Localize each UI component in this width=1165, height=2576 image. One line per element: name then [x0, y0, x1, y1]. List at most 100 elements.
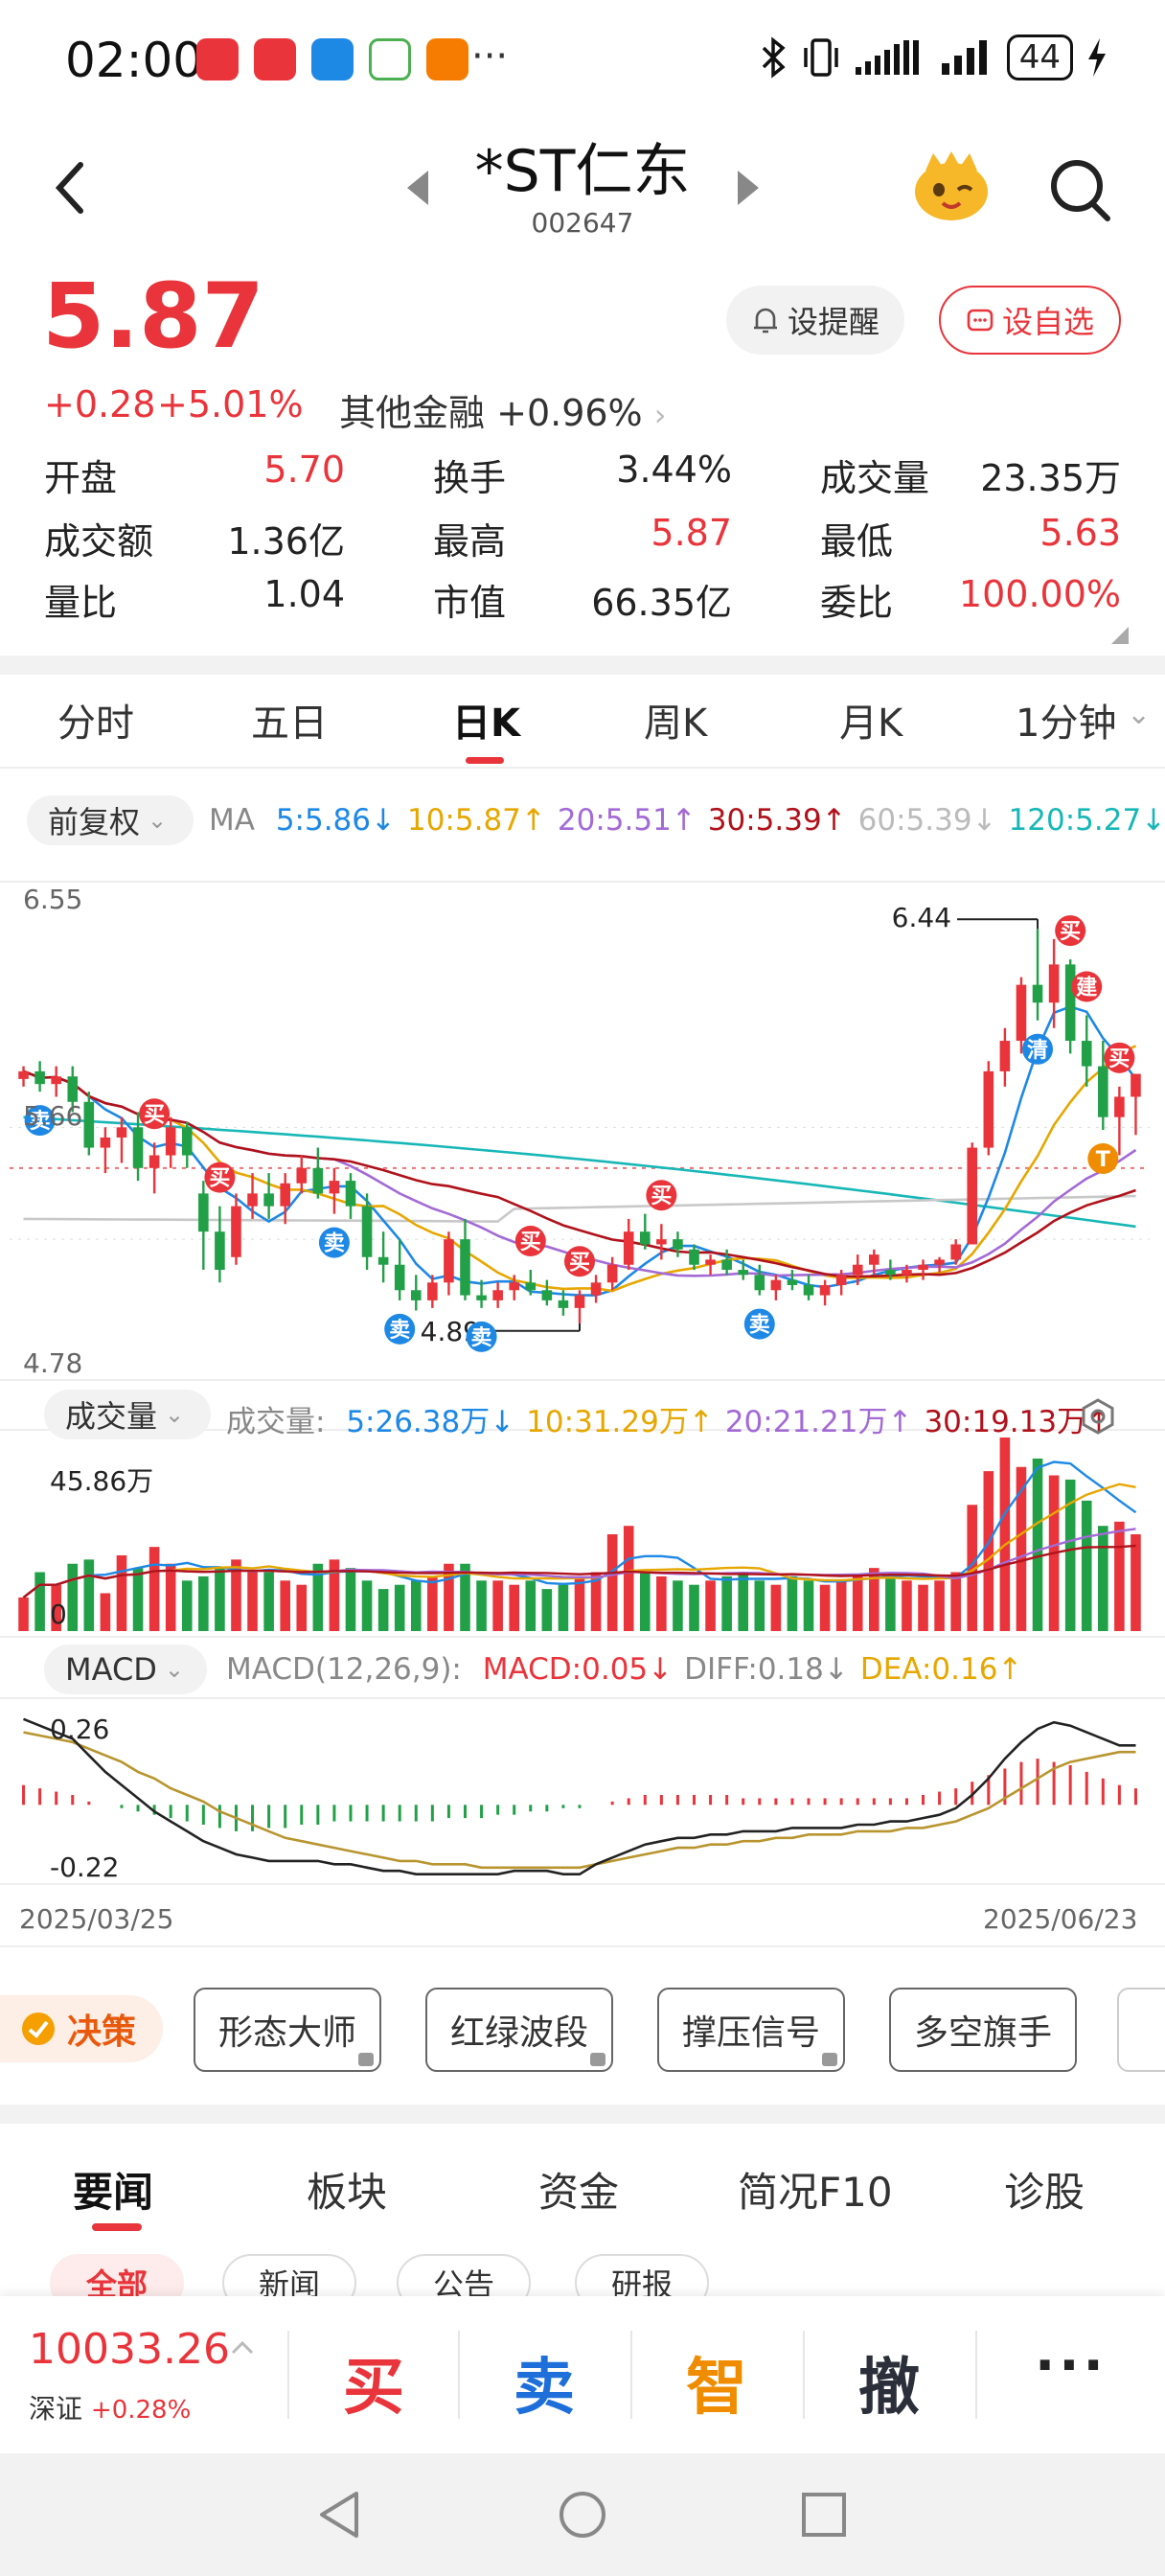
volume-bar: [410, 1580, 422, 1631]
weibo-app-icon: [254, 38, 296, 80]
search-icon[interactable]: [1046, 153, 1113, 226]
tool-tag[interactable]: 形态大师: [194, 1988, 381, 2072]
period-tab[interactable]: 1分钟: [1016, 692, 1116, 748]
period-tab[interactable]: 日K: [452, 692, 520, 748]
signal-badge[interactable]: 清: [1022, 1033, 1054, 1065]
volume-selector[interactable]: 成交量 ⌄: [44, 1390, 211, 1439]
news-tab[interactable]: 诊股: [1004, 2160, 1085, 2219]
settings-icon[interactable]: [1079, 1397, 1117, 1436]
buy-button[interactable]: 买: [343, 2338, 404, 2426]
mascot-icon[interactable]: [910, 148, 993, 224]
chevron-down-icon[interactable]: ⌄: [1127, 698, 1151, 731]
candle: [1048, 938, 1060, 1028]
volume-bar: [377, 1589, 389, 1631]
volume-bar: [673, 1580, 683, 1631]
volume-bar: [148, 1547, 160, 1631]
signal-badge[interactable]: 买: [514, 1226, 546, 1257]
period-tab[interactable]: 分时: [57, 692, 134, 748]
volume-bar: [705, 1580, 716, 1631]
candle: [819, 1279, 831, 1306]
macd-selector[interactable]: MACD ⌄: [44, 1644, 207, 1694]
volume-bar: [558, 1584, 569, 1631]
expand-corner-icon[interactable]: [1111, 627, 1129, 644]
signal-badge[interactable]: 买: [139, 1098, 171, 1130]
message-app-icon: [311, 38, 354, 80]
smart-button[interactable]: 智: [686, 2338, 747, 2426]
signal-badge[interactable]: T: [1087, 1142, 1119, 1174]
volume-bar: [427, 1576, 438, 1631]
signal-badge[interactable]: 卖: [466, 1321, 497, 1352]
sector-name: 其他金融: [339, 392, 486, 434]
volume-bar: [509, 1584, 520, 1631]
high-label: 6.44: [892, 902, 951, 933]
volume-bar: [803, 1580, 814, 1631]
tool-tag[interactable]: 多空旗手: [889, 1988, 1077, 2072]
nav-home-icon[interactable]: [554, 2486, 611, 2543]
volume-bar: [721, 1576, 732, 1631]
signal-label: 卖: [389, 1318, 410, 1343]
index-name-row: 深证 +0.28%: [29, 2388, 191, 2426]
decision-button[interactable]: 决策: [0, 1995, 163, 2062]
sector-link[interactable]: 其他金融 +0.96% ›: [339, 383, 667, 436]
divider: [0, 767, 1165, 769]
legend-value: MACD:0.05↓: [482, 1652, 674, 1687]
volume-bar: [1114, 1521, 1125, 1631]
sell-button[interactable]: 卖: [514, 2338, 575, 2426]
signal-badge[interactable]: 买: [564, 1246, 595, 1277]
candle: [967, 1142, 978, 1245]
lock-icon: [590, 2053, 605, 2066]
add-watchlist-button[interactable]: 设自选: [939, 286, 1121, 355]
signal-badge[interactable]: 卖: [318, 1227, 350, 1258]
date-end-label: 2025/06/23: [983, 1903, 1138, 1935]
set-alert-label: 设提醒: [787, 304, 879, 340]
volume-bar: [918, 1584, 928, 1631]
volume-bar: [280, 1580, 290, 1631]
price-change: +0.28: [44, 383, 156, 426]
nav-recents-icon[interactable]: [795, 2486, 853, 2543]
active-tab-indicator: [466, 757, 504, 764]
notification-icons: [196, 38, 468, 80]
tool-tag[interactable]: 撑压信号: [657, 1988, 845, 2072]
signal-badge[interactable]: 建: [1071, 971, 1103, 1002]
news-tab[interactable]: 资金: [538, 2160, 619, 2219]
signal-badge[interactable]: 卖: [384, 1313, 416, 1345]
y-axis-mid-label: 5.66: [23, 1100, 83, 1132]
volume-max-label: 45.86万: [50, 1465, 154, 1497]
volume-bar: [934, 1580, 945, 1631]
candle: [787, 1270, 798, 1291]
index-name: 深证: [29, 2393, 83, 2425]
period-tab[interactable]: 五日: [251, 692, 328, 748]
candle: [1114, 1086, 1125, 1156]
stat-label: 委比: [820, 582, 894, 624]
signal-badge[interactable]: 买: [204, 1162, 236, 1193]
volume-bar: [1131, 1534, 1141, 1631]
more-tool-tag[interactable]: [1117, 1988, 1165, 2072]
signal-badge[interactable]: 买: [646, 1180, 677, 1211]
signal-badge[interactable]: 买: [1055, 915, 1086, 947]
signal-badge[interactable]: 买: [1104, 1042, 1135, 1073]
candle: [263, 1173, 274, 1219]
tool-tag[interactable]: 红绿波段: [425, 1988, 613, 2072]
candle: [590, 1275, 602, 1303]
news-tab[interactable]: 要闻: [73, 2160, 153, 2219]
cancel-order-button[interactable]: 撤: [858, 2338, 920, 2426]
adjust-selector[interactable]: 前复权 ⌄: [27, 795, 194, 845]
candle: [231, 1193, 241, 1265]
candle: [460, 1218, 470, 1300]
charging-icon: [1088, 38, 1106, 77]
stat-value: 5.70: [263, 448, 345, 491]
more-button[interactable]: ···: [1035, 2334, 1108, 2397]
candle: [296, 1155, 308, 1194]
news-tab[interactable]: 简况F10: [738, 2160, 893, 2219]
nav-back-icon[interactable]: [312, 2486, 370, 2543]
period-tab[interactable]: 周K: [644, 692, 707, 748]
active-news-tab-indicator: [92, 2223, 142, 2231]
signal-badge[interactable]: 卖: [743, 1308, 775, 1340]
set-alert-button[interactable]: 设提醒: [726, 286, 904, 355]
news-tab[interactable]: 板块: [307, 2160, 387, 2219]
next-stock-icon[interactable]: [738, 171, 759, 205]
volume-bar: [738, 1572, 749, 1631]
volume-bar: [394, 1584, 405, 1631]
period-tab[interactable]: 月K: [839, 692, 902, 748]
tool-tag-label: 红绿波段: [449, 2013, 588, 2053]
